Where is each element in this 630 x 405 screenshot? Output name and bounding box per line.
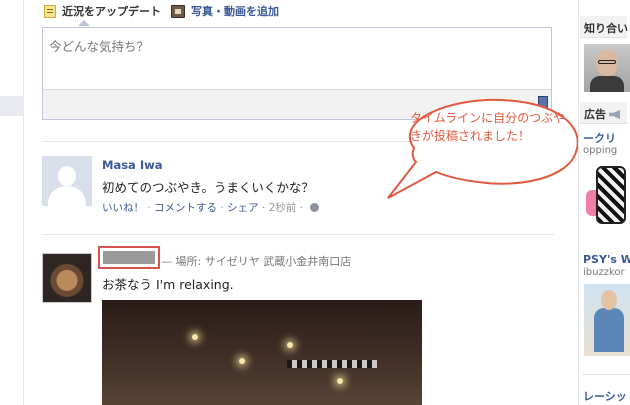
left-nav-gutter [0,0,24,405]
status-update-icon [44,4,56,18]
ad-subtitle: ibuzzkor [583,267,625,278]
redacted-author-highlight [98,246,160,269]
photo-icon [171,4,185,18]
post-location[interactable]: — 場所: サイゼリヤ 武蔵小金井南口店 [161,253,351,269]
composer-tab-caret [78,20,90,26]
post-divider [42,234,554,235]
tab-status-label: 近況をアップデート [62,5,161,18]
annotation-callout-text: タイムラインに自分のつぶやきが投稿されました！ [410,111,566,143]
ad-title[interactable]: PSY's Wi [583,253,630,266]
post-actions: いいね！ · コメントする · シェア · 2秒前 · [102,200,320,215]
tab-photo-label: 写真・動画を追加 [191,5,279,18]
ad-title[interactable]: レーシッ [583,388,630,404]
share-link[interactable]: シェア [227,202,259,214]
ads-header-label: 広告 [584,108,606,121]
avatar[interactable] [42,253,92,303]
sidebar-divider [582,374,630,375]
like-link[interactable]: いいね！ [102,202,144,214]
post-author-name[interactable]: Masa Iwa [102,158,162,172]
ad-title[interactable]: ークリ [583,130,630,146]
comment-link[interactable]: コメントする [154,202,217,214]
post-text: 初めてのつぶやき。うまくいくかな？ [102,180,314,195]
left-nav-selected-item[interactable] [0,96,24,116]
ad-image-psy[interactable] [584,284,630,356]
post-timestamp[interactable]: 2秒前 [269,202,297,214]
tab-add-photo-video[interactable]: 写真・動画を追加 [171,3,279,19]
tab-status-update[interactable]: 近況をアップデート [44,3,161,19]
friend-suggestion-photo[interactable] [584,44,630,92]
ads-header: 広告 [580,102,627,124]
status-input-placeholder[interactable]: 今どんな気持ち？ [49,36,149,55]
redacted-author-name [103,251,155,264]
people-you-may-know-header: 知り合い [580,16,628,38]
composer-tabs: 近況をアップデート 写真・動画を追加 [44,2,289,20]
ad-image-phone-case[interactable] [584,160,630,232]
megaphone-icon [609,110,620,119]
avatar[interactable] [42,156,92,206]
post-photo[interactable] [102,300,422,405]
post-text: お茶なう I'm relaxing. [102,277,234,292]
ad-subtitle: opping [583,145,618,156]
globe-icon[interactable] [310,203,320,212]
speech-bubble-annotation [387,98,579,199]
